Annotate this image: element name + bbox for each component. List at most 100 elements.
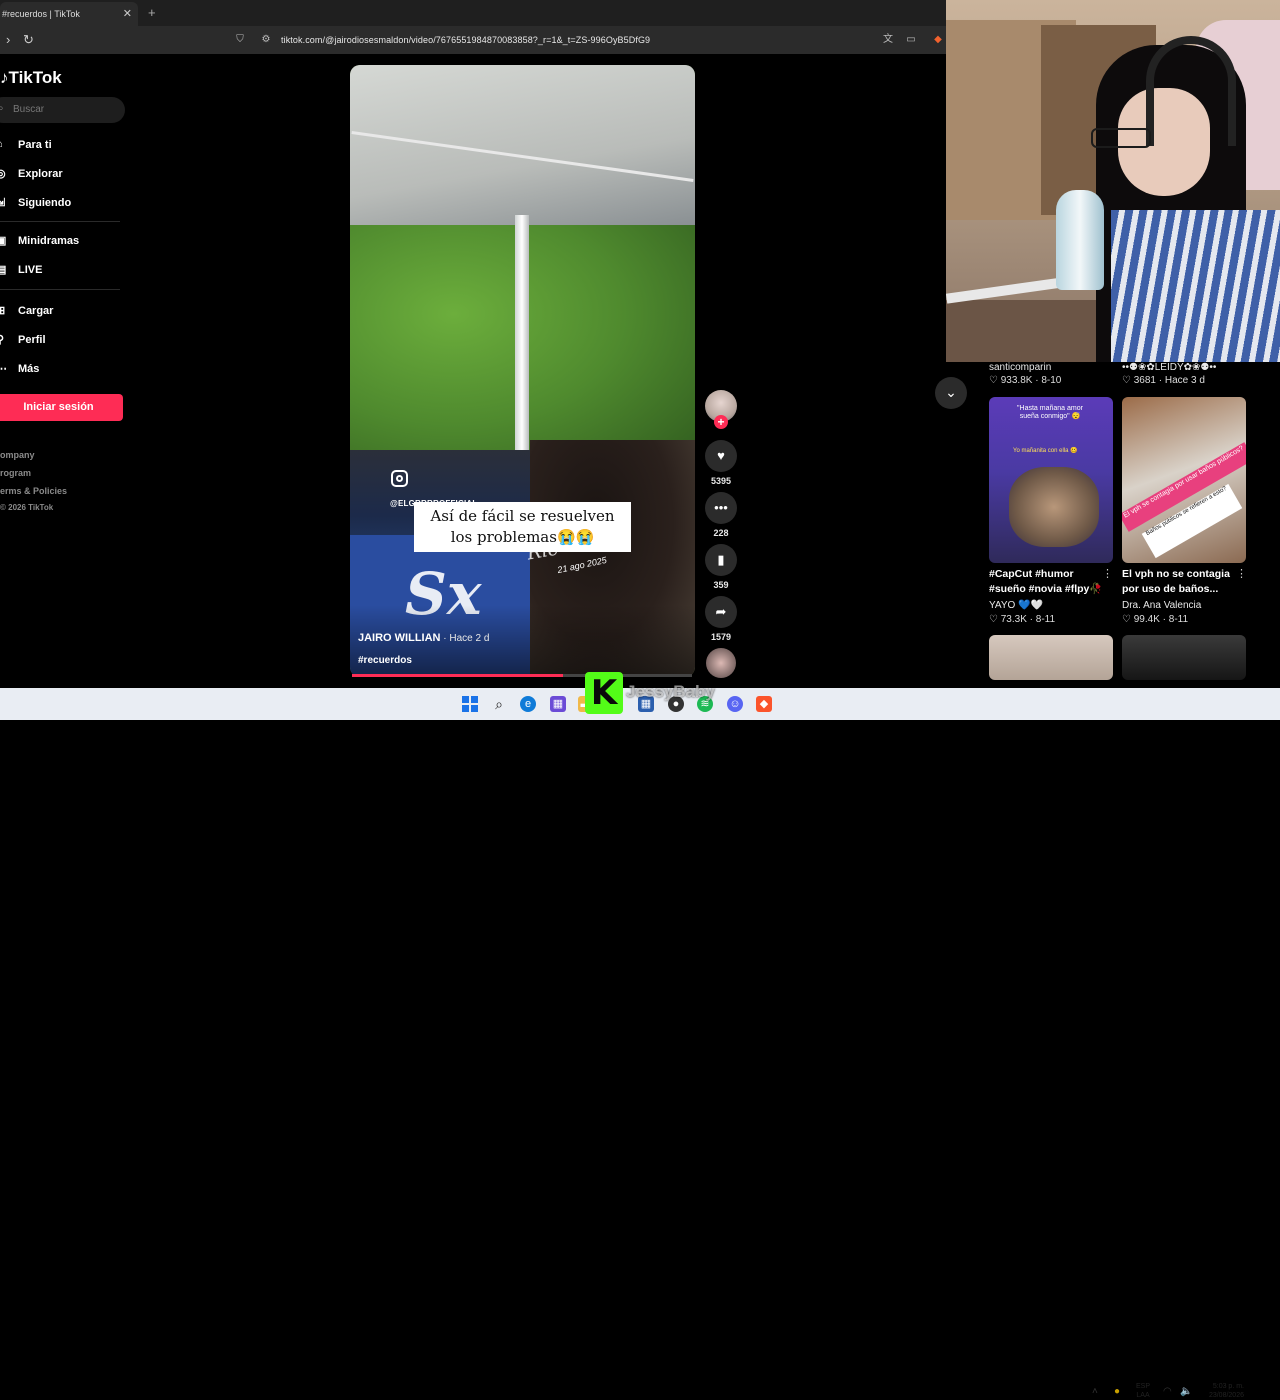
login-button[interactable]: Iniciar sesión [0, 394, 123, 421]
new-tab-button[interactable]: + [148, 5, 156, 20]
chevron-down-icon: ⌄ [945, 384, 957, 400]
related-video-thumbnail[interactable] [989, 635, 1113, 680]
video-author[interactable]: JAIRO WILLIAN · Hace 2 d [358, 632, 489, 644]
wifi-icon[interactable]: ◠ [1163, 1386, 1172, 1397]
thumbnail-dog-image [1009, 467, 1099, 547]
music-disc-avatar[interactable] [706, 648, 736, 678]
related-author[interactable]: santicomparin [989, 362, 1051, 373]
keyboard-language[interactable]: ESP LAA [1136, 1382, 1150, 1400]
related-stat: ♡ 933.8K · 8-10 [989, 375, 1062, 386]
drama-icon: ▣ [0, 235, 7, 247]
share-count: 1579 [710, 632, 732, 642]
more-icon: ⋯ [0, 363, 7, 375]
related-video-thumbnail[interactable]: El vph se contagia por usar baños públic… [1122, 397, 1246, 563]
video-caption-overlay: Así de fácil se resuelven los problemas😭… [414, 502, 631, 552]
browser-tab[interactable]: #recuerdos | TikTok ✕ [0, 2, 138, 26]
footer-copyright: © 2026 TikTok [0, 503, 54, 512]
streamer-name: JessyBaby [626, 682, 715, 701]
related-stat: ♡ 73.3K · 8-11 [989, 614, 1056, 625]
related-video-title[interactable]: El vph no se contagia por uso de baños..… [1122, 567, 1240, 597]
heart-icon: ♥ [717, 448, 725, 463]
system-clock[interactable]: 5:03 p. m. 23/08/2026 [1200, 1382, 1244, 1400]
tiktok-note-icon: ♪ [0, 68, 9, 87]
sidebar-item-explorar[interactable]: ◎ Explorar [0, 165, 120, 185]
share-button[interactable]: ➦ [705, 596, 737, 628]
caption-line: Así de fácil se resuelven [430, 507, 615, 525]
address-bar-row: › ↻ ⛉ ⚙ tiktok.com/@jairodiosesmaldon/vi… [0, 26, 946, 54]
close-icon[interactable]: ✕ [123, 7, 132, 20]
sidebar-item-mas[interactable]: ⋯ Más [0, 360, 120, 380]
forward-icon[interactable]: › [6, 32, 10, 47]
compass-icon: ◎ [0, 168, 6, 180]
search-placeholder: Buscar [13, 104, 45, 115]
video-hashtag[interactable]: #recuerdos [358, 655, 412, 666]
more-options-icon[interactable]: ⋮ [1236, 567, 1247, 580]
video-player[interactable]: Sx [350, 65, 695, 677]
sidebar-item-cargar[interactable]: ⊞ Cargar [0, 302, 120, 322]
posted-time: · Hace 2 d [440, 633, 490, 644]
volume-icon[interactable]: 🔈 [1180, 1386, 1192, 1397]
home-icon: ⌂ [0, 138, 6, 150]
more-options-icon[interactable]: ⋮ [1102, 567, 1113, 580]
webcam-person-shirt [1111, 210, 1280, 362]
url-field[interactable]: tiktok.com/@jairodiosesmaldon/video/7676… [281, 35, 650, 45]
webcam-headset [1146, 36, 1236, 146]
related-video-thumbnail[interactable] [1122, 635, 1246, 680]
search-icon: ⌕ [0, 103, 4, 114]
footer-program-link[interactable]: rogram [0, 468, 31, 478]
reload-icon[interactable]: ↻ [23, 32, 34, 48]
related-author[interactable]: ••⚉❀✿LEIDY✿❀⚉•• [1122, 362, 1216, 373]
site-settings-icon[interactable]: ⚙ [260, 34, 272, 46]
webcam-microphone [1056, 190, 1104, 290]
translate-icon[interactable]: 文 [882, 34, 894, 46]
video-progress-bar[interactable] [352, 674, 692, 677]
sidebar-item-minidramas[interactable]: ▣ Minidramas [0, 232, 120, 252]
sidebar-divider [0, 289, 120, 290]
sidebar-item-siguiendo[interactable]: ⇲ Siguiendo [0, 194, 120, 214]
kick-logo: K [585, 672, 623, 714]
bookmark-icon: ▮ [717, 552, 725, 567]
streamer-webcam [946, 0, 1280, 362]
tiktok-logo[interactable]: ♪TikTok [0, 68, 62, 88]
save-button[interactable]: ▮ [705, 544, 737, 576]
cast-icon[interactable]: ▭ [905, 34, 917, 46]
comment-button[interactable]: ••• [705, 492, 737, 524]
related-author[interactable]: Dra. Ana Valencia [1122, 600, 1201, 611]
live-icon: ▤ [0, 264, 7, 276]
bookmark-icon[interactable]: ⛉ [234, 34, 246, 46]
footer-terms-link[interactable]: erms & Policies [0, 486, 67, 496]
edge-icon[interactable]: e [520, 696, 536, 712]
sidebar-item-perfil[interactable]: ⚲ Perfil [0, 331, 120, 351]
share-icon: ➦ [715, 604, 727, 619]
tab-title: #recuerdos | TikTok [2, 9, 80, 19]
like-count: 5395 [710, 476, 732, 486]
sidebar-item-live[interactable]: ▤ LIVE [0, 261, 120, 281]
related-video-title[interactable]: #CapCut #humor #sueño #novia #flpy🥀 [989, 567, 1107, 597]
brave-shield-icon[interactable]: ◆ [932, 34, 944, 46]
search-input[interactable]: ⌕ Buscar [0, 97, 125, 123]
discord-icon[interactable]: ☺ [727, 696, 743, 712]
windows-start-icon[interactable] [462, 696, 478, 712]
browser-tab-strip: #recuerdos | TikTok ✕ + [0, 0, 946, 26]
like-button[interactable]: ♥ [705, 440, 737, 472]
microphone-icon[interactable]: ● [1114, 1386, 1120, 1397]
instagram-icon [391, 470, 408, 487]
tiktok-sidebar: ♪TikTok ⌕ Buscar ⌂Para ti ◎Explorar ⇲Sig… [0, 54, 130, 688]
brave-icon[interactable]: ◆ [756, 696, 772, 712]
sidebar-item-para-ti[interactable]: ⌂Para ti [0, 136, 120, 156]
video-frame-pole [515, 215, 529, 465]
related-video-thumbnail[interactable]: "Hasta mañana amor sueña conmigo" 😴 Yo m… [989, 397, 1113, 563]
chevron-up-icon[interactable]: ˄ [1092, 1386, 1098, 1397]
follow-plus-icon[interactable]: + [714, 415, 728, 429]
footer-company-link[interactable]: ompany [0, 450, 35, 460]
related-stat: ♡ 3681 · Hace 3 d [1122, 375, 1205, 386]
sidebar-divider [0, 221, 120, 222]
comment-count: 228 [713, 528, 729, 538]
thumbnail-caption: "Hasta mañana amor sueña conmigo" 😴 [1017, 405, 1083, 420]
related-author[interactable]: YAYO 💙🤍 [989, 600, 1043, 611]
search-icon[interactable]: ⌕ [491, 696, 507, 712]
app-icon[interactable]: ▦ [550, 696, 566, 712]
next-video-button[interactable]: ⌄ [935, 377, 967, 409]
related-stat: ♡ 99.4K · 8-11 [1122, 614, 1189, 625]
save-count: 359 [713, 580, 729, 590]
